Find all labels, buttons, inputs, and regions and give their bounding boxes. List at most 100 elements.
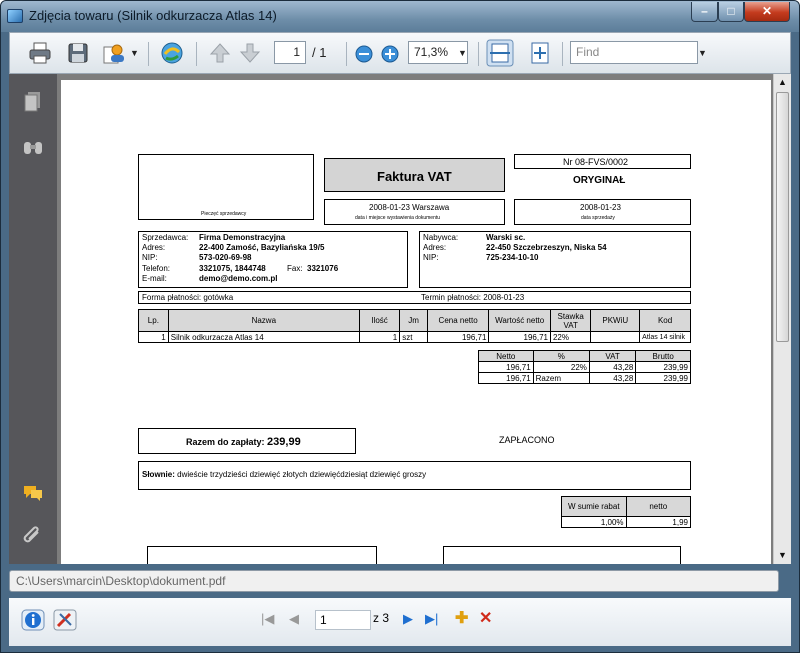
- sum-gross: 239,99: [635, 361, 691, 373]
- seller-email: demo@demo.com.pl: [199, 274, 278, 283]
- discount-table: W sumie rabat netto 1,00% 1,99: [561, 496, 692, 528]
- words-label: Słownie:: [142, 470, 175, 479]
- zoom-out-icon[interactable]: [354, 44, 374, 64]
- seller-label: Sprzedawca:: [142, 233, 189, 242]
- total-label: Razem: [532, 372, 590, 384]
- next-page-icon[interactable]: [238, 41, 262, 65]
- table-row: 196,71 Razem 43,28 239,99: [478, 372, 691, 384]
- title-bar: Zdjęcia towaru (Silnik odkurzacza Atlas …: [1, 1, 799, 32]
- seller-address: 22-400 Zamość, Bazyliańska 19/5: [199, 243, 325, 252]
- issue-caption: data i miejsce wystawienia dokumentu: [355, 215, 441, 221]
- paid-stamp: ZAPŁACONO: [499, 435, 555, 445]
- seller-box: Sprzedawca: Firma Demonstracyjna Adres: …: [138, 231, 408, 288]
- window-title: Zdjęcia towaru (Silnik odkurzacza Atlas …: [29, 8, 277, 23]
- payment-term: Termin płatności: 2008-01-23: [421, 293, 525, 302]
- buyer-address: 22-450 Szczebrzeszyn, Niska 54: [486, 243, 607, 252]
- issue-date-box: 2008-01-23 Warszawa data i miejsce wysta…: [324, 199, 505, 225]
- prev-page-icon[interactable]: ◀: [289, 611, 299, 627]
- delete-icon[interactable]: ✕: [479, 608, 492, 628]
- binoculars-icon[interactable]: [22, 136, 44, 158]
- summary-table: Netto % VAT Brutto 196,71 22% 43,28 239,…: [478, 350, 691, 384]
- signature-box-right: [443, 546, 681, 564]
- col-net-value: Wartość netto: [488, 309, 551, 332]
- amount-in-words-box: Słownie: dwieście trzydzieści dziewięć z…: [138, 461, 691, 490]
- original-label: ORYGINAŁ: [573, 175, 626, 186]
- find-dropdown-icon[interactable]: ▼: [698, 48, 707, 58]
- sale-date: 2008-01-23: [580, 203, 621, 212]
- total-to-pay-box: Razem do zapłaty: 239,99: [138, 428, 356, 454]
- print-icon[interactable]: [28, 41, 52, 65]
- item-qty: 1: [358, 331, 401, 343]
- zoom-in-icon[interactable]: [380, 44, 400, 64]
- invoice-title: Faktura VAT: [377, 169, 452, 184]
- bottom-page-input[interactable]: 1: [315, 610, 371, 630]
- sum-col-gross: Brutto: [635, 350, 691, 362]
- export-icon[interactable]: [102, 41, 126, 65]
- items-header-row: Lp. Nazwa Ilość Jm Cena netto Wartość ne…: [138, 309, 691, 332]
- col-name: Nazwa: [167, 309, 360, 332]
- document-viewer[interactable]: Pieczęć sprzedawcy Faktura VAT Nr 08-FVS…: [57, 74, 773, 564]
- info-icon[interactable]: [21, 609, 45, 631]
- zoom-dropdown-icon[interactable]: ▼: [458, 48, 467, 58]
- seller-fax: 3321076: [307, 264, 339, 273]
- scroll-up-icon[interactable]: ▲: [778, 77, 787, 87]
- scroll-thumb[interactable]: [776, 92, 789, 342]
- first-page-icon[interactable]: |◀: [261, 611, 274, 627]
- total-to-pay-label: Razem do zapłaty:: [186, 437, 265, 447]
- sum-col-net: Netto: [478, 350, 534, 362]
- pages-icon[interactable]: [22, 90, 44, 112]
- sum-percent: 22%: [532, 361, 590, 373]
- col-code: Kod: [639, 309, 691, 332]
- seller-name: Firma Demonstracyjna: [199, 233, 286, 242]
- seller-email-label: E-mail:: [142, 274, 167, 283]
- table-row: 1,00% 1,99: [561, 516, 692, 528]
- last-page-icon[interactable]: ▶|: [425, 611, 438, 627]
- discount-col-net: netto: [625, 496, 692, 517]
- payment-form: Forma płatności: gotówka: [142, 293, 234, 302]
- previous-page-icon[interactable]: [208, 41, 232, 65]
- col-unit: Jm: [399, 309, 428, 332]
- table-row: 1 Silnik odkurzacza Atlas 14 1 szt 196,7…: [138, 331, 691, 343]
- save-icon[interactable]: [66, 41, 90, 65]
- table-row: 196,71 22% 43,28 239,99: [478, 361, 691, 373]
- fit-width-icon[interactable]: [486, 39, 514, 67]
- total-to-pay: Razem do zapłaty: 239,99: [186, 436, 301, 448]
- seller-address-label: Adres:: [142, 243, 166, 252]
- bottom-bar: |◀ ◀ 1 z 3 ▶ ▶| ✚ ✕: [9, 598, 791, 646]
- col-pkwiu: PKWiU: [590, 309, 641, 332]
- discount-col-rate: W sumie rabat: [561, 496, 627, 517]
- vertical-scrollbar[interactable]: ▲ ▼: [773, 74, 791, 564]
- discount-rate: 1,00%: [561, 516, 627, 528]
- col-lp: Lp.: [138, 309, 169, 332]
- app-icon: [7, 9, 23, 23]
- page-number-input[interactable]: 1: [274, 41, 306, 64]
- export-dropdown-icon[interactable]: ▼: [130, 48, 139, 58]
- attachment-icon[interactable]: [22, 526, 44, 548]
- find-input[interactable]: Find: [570, 41, 698, 64]
- add-icon[interactable]: ✚: [455, 608, 468, 628]
- buyer-address-label: Adres:: [423, 243, 447, 252]
- item-lp: 1: [138, 331, 169, 343]
- scroll-down-icon[interactable]: ▼: [778, 550, 787, 560]
- file-path-field[interactable]: C:\Users\marcin\Desktop\dokument.pdf: [9, 570, 779, 592]
- seller-nip-label: NIP:: [142, 253, 158, 262]
- total-vat: 43,28: [588, 372, 637, 384]
- bottom-page-total: z 3: [373, 611, 390, 625]
- maximize-button[interactable]: □: [718, 2, 744, 22]
- buyer-box: Nabywca: Warski sc. Adres: 22-450 Szczeb…: [419, 231, 691, 288]
- total-to-pay-value: 239,99: [267, 436, 301, 448]
- sale-caption: data sprzedaży: [581, 215, 615, 221]
- next-page-nav-icon[interactable]: ▶: [403, 611, 413, 627]
- summary-header-row: Netto % VAT Brutto: [478, 350, 691, 362]
- minimize-button[interactable]: –: [691, 2, 718, 22]
- tools-icon[interactable]: [53, 609, 77, 631]
- comments-icon[interactable]: [22, 482, 44, 504]
- fit-page-icon[interactable]: [528, 41, 552, 65]
- close-button[interactable]: ✕: [744, 2, 790, 22]
- app-window: Zdjęcia towaru (Silnik odkurzacza Atlas …: [0, 0, 800, 653]
- seller-fax-label: Fax:: [287, 264, 303, 273]
- payment-box: Forma płatności: gotówka Termin płatnośc…: [138, 291, 691, 304]
- refresh-icon[interactable]: [160, 41, 184, 65]
- items-table: Lp. Nazwa Ilość Jm Cena netto Wartość ne…: [138, 309, 691, 343]
- invoice-number: Nr 08-FVS/0002: [563, 157, 629, 167]
